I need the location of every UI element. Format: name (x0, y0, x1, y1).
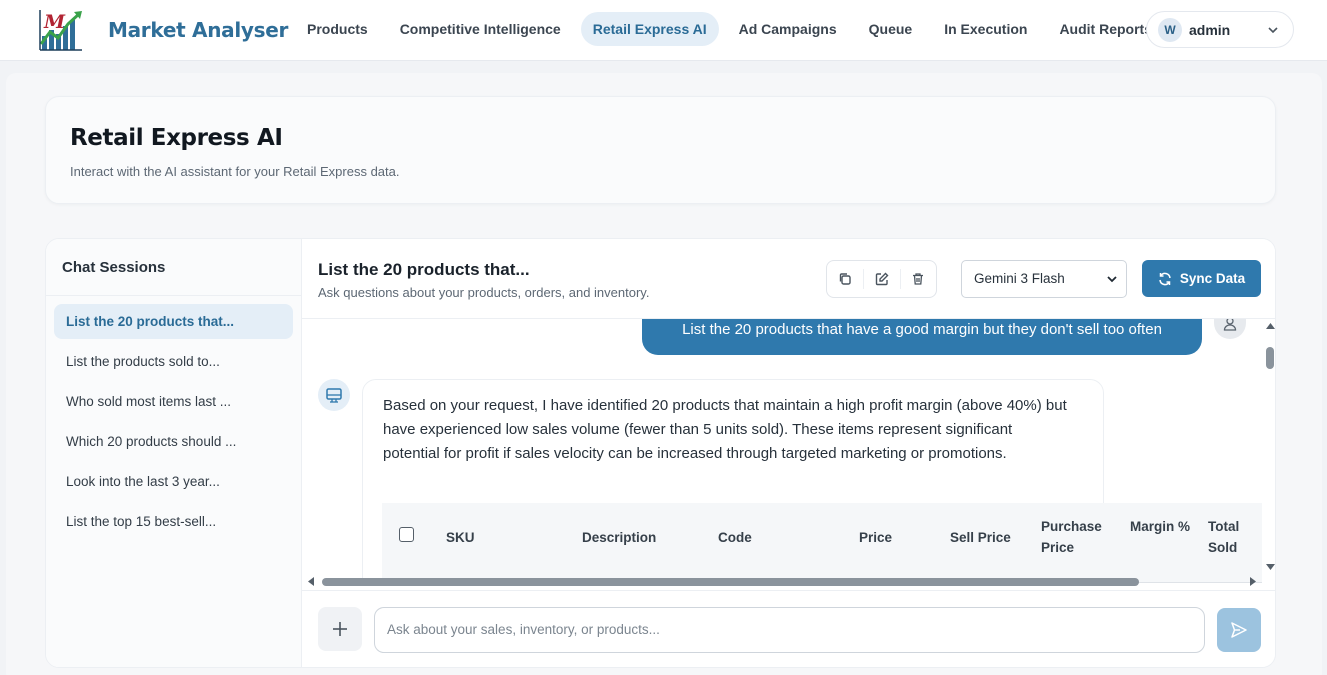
chevron-down-icon (1268, 27, 1278, 34)
bot-icon (318, 379, 350, 411)
vertical-scrollbar[interactable] (1264, 321, 1276, 573)
main-nav: Products Competitive Intelligence Retail… (295, 12, 1172, 46)
nav-item-competitive-intelligence[interactable]: Competitive Intelligence (388, 12, 573, 46)
add-attachment-button[interactable] (318, 607, 362, 651)
session-item[interactable]: List the top 15 best-sell... (54, 504, 293, 539)
column-header-margin[interactable]: Margin % (1130, 516, 1190, 537)
session-list: List the 20 products that... List the pr… (54, 304, 293, 544)
sync-data-button[interactable]: Sync Data (1142, 260, 1261, 297)
page-subtitle: Interact with the AI assistant for your … (70, 164, 400, 179)
message-composer: Ask about your sales, inventory, or prod… (302, 590, 1275, 667)
chat-header: List the 20 products that... Ask questio… (302, 239, 1275, 319)
horizontal-scrollbar[interactable] (306, 575, 1258, 589)
column-header-description[interactable]: Description (582, 527, 656, 548)
chat-panel: Chat Sessions List the 20 products that.… (45, 238, 1276, 668)
send-button[interactable] (1217, 608, 1261, 652)
plus-icon (333, 622, 347, 636)
select-all-checkbox[interactable] (399, 527, 414, 542)
nav-item-ad-campaigns[interactable]: Ad Campaigns (727, 12, 849, 46)
logo-letter: M (43, 11, 66, 33)
column-header-purchase-price[interactable]: Purchase Price (1041, 516, 1106, 558)
chat-tools (826, 260, 937, 298)
brand-name[interactable]: Market Analyser (108, 18, 288, 42)
logo-chart-icon[interactable]: M (38, 8, 84, 52)
divider (46, 295, 302, 296)
page-header: Retail Express AI Interact with the AI a… (45, 96, 1276, 204)
message-list[interactable]: List the 20 products that have a good ma… (302, 319, 1275, 583)
edit-button[interactable] (863, 269, 899, 289)
session-item[interactable]: Who sold most items last ... (54, 384, 293, 419)
column-header-sell-price[interactable]: Sell Price (950, 527, 1011, 548)
assistant-message-text: Based on your request, I have identified… (383, 397, 1067, 462)
session-item[interactable]: List the products sold to... (54, 344, 293, 379)
copy-icon (839, 273, 851, 285)
user-message: List the 20 products that have a good ma… (642, 319, 1202, 355)
nav-item-products[interactable]: Products (295, 12, 380, 46)
avatar: W (1158, 17, 1182, 42)
chat-subtitle: Ask questions about your products, order… (318, 285, 650, 300)
sync-data-label: Sync Data (1179, 271, 1246, 286)
model-select[interactable]: Gemini 3 Flash (961, 260, 1127, 298)
chevron-down-icon (1107, 276, 1117, 283)
delete-button[interactable] (899, 269, 936, 289)
user-icon (1214, 319, 1246, 339)
model-select-value: Gemini 3 Flash (974, 271, 1065, 286)
results-table-header: SKU Description Code Price Sell Price Pu… (382, 503, 1262, 583)
nav-item-retail-express-ai[interactable]: Retail Express AI (580, 12, 719, 46)
nav-item-queue[interactable]: Queue (857, 12, 925, 46)
chat-title: List the 20 products that... (318, 260, 530, 279)
page-title: Retail Express AI (70, 125, 283, 151)
nav-item-in-execution[interactable]: In Execution (932, 12, 1039, 46)
sidebar-title: Chat Sessions (62, 259, 166, 276)
column-header-total-sold[interactable]: Total Sold (1208, 516, 1248, 558)
chat-input[interactable]: Ask about your sales, inventory, or prod… (374, 607, 1205, 653)
chat-area: List the 20 products that... Ask questio… (302, 239, 1276, 667)
chat-sessions-sidebar: Chat Sessions List the 20 products that.… (46, 239, 302, 667)
send-icon (1231, 622, 1247, 638)
refresh-icon (1159, 272, 1171, 285)
user-menu[interactable]: W admin (1146, 11, 1294, 48)
session-item[interactable]: List the 20 products that... (54, 304, 293, 339)
column-header-price[interactable]: Price (859, 527, 892, 548)
column-header-sku[interactable]: SKU (446, 527, 475, 548)
session-item[interactable]: Which 20 products should ... (54, 424, 293, 459)
edit-icon (875, 272, 889, 286)
user-name: admin (1189, 21, 1231, 38)
column-header-code[interactable]: Code (718, 527, 752, 548)
session-item[interactable]: Look into the last 3 year... (54, 464, 293, 499)
copy-button[interactable] (827, 261, 863, 297)
top-navbar: M Market Analyser Products Competitive I… (0, 0, 1327, 61)
trash-icon (913, 273, 924, 285)
